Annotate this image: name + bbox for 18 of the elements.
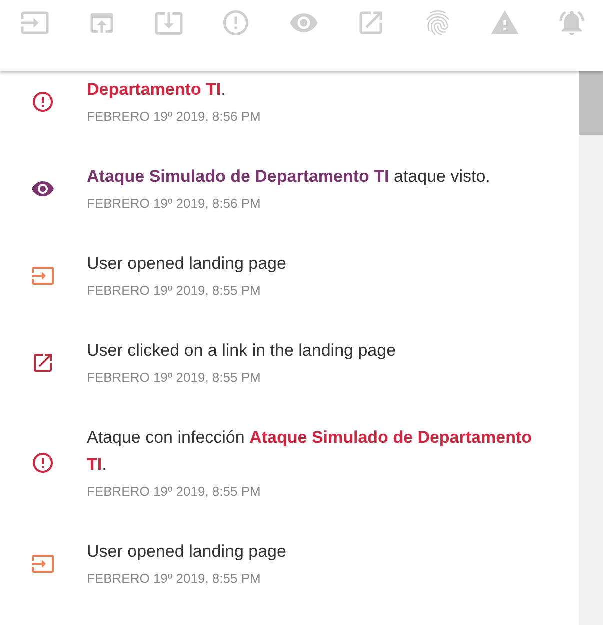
event-text: User opened landing page (87, 253, 286, 275)
event-text: Ataque Simulado de Departamento TI ataque visto. (87, 166, 490, 188)
alert-icon (31, 451, 55, 475)
event-time: FEBRERO 19º 2019, 8:55 PM (87, 570, 262, 588)
alert-icon[interactable] (221, 8, 252, 38)
event-time: FEBRERO 19º 2019, 8:55 PM (87, 483, 262, 501)
event-time: FEBRERO 19º 2019, 8:55 PM (87, 369, 262, 387)
event-text: User clicked on a link in the landing page (87, 340, 396, 362)
event-time: FEBRERO 19º 2019, 8:56 PM (87, 195, 262, 213)
scrollbar-thumb[interactable] (579, 71, 603, 135)
event-time: FEBRERO 19º 2019, 8:56 PM (87, 108, 261, 126)
scrollbar[interactable] (579, 71, 603, 625)
event-text: User opened landing page (87, 541, 286, 563)
alert-icon (31, 90, 55, 114)
event-text: Departamento TI. (87, 79, 227, 101)
event-time: FEBRERO 19º 2019, 8:55 PM (87, 282, 262, 300)
bell-icon[interactable] (557, 8, 587, 38)
event-text: Ataque con infección Ataque Simulado de Departamento TI. (87, 427, 533, 476)
